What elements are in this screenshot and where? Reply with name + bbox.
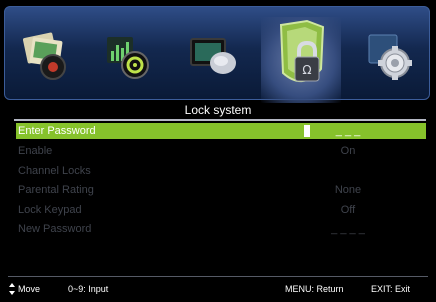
lock-icon: Ω xyxy=(279,19,325,82)
menu-item-label: Enable xyxy=(18,145,53,157)
sound-tab[interactable] xyxy=(101,29,157,83)
menu-item-parental-rating: Parental Rating None xyxy=(16,182,426,198)
menu-item-label: New Password xyxy=(18,223,92,235)
hint-exit: EXIT: Exit xyxy=(371,284,411,294)
menu-item-label: Lock Keypad xyxy=(18,204,82,216)
tv-menu-screen: Ω Lock system Enter Password _ _ _ Enabl… xyxy=(0,0,436,302)
sound-icon xyxy=(107,37,149,79)
title-divider xyxy=(14,119,426,121)
menu-item-lock-keypad: Lock Keypad Off xyxy=(16,202,426,218)
menu-item-value: Off xyxy=(340,204,356,216)
picture-icon xyxy=(22,32,66,80)
page-title: Lock system xyxy=(184,103,252,117)
menu-item-enable: Enable On xyxy=(16,143,426,159)
menu-item-channel-locks: Channel Locks xyxy=(16,163,426,179)
password-entry-field[interactable]: _ _ _ xyxy=(308,123,388,139)
menu-item-label: Enter Password xyxy=(18,125,96,137)
menu-icon-bar: Ω xyxy=(4,6,430,103)
hint-return: MENU: Return xyxy=(285,284,344,294)
footer-divider xyxy=(8,276,428,277)
menu-item-enter-password[interactable]: Enter Password _ _ _ xyxy=(16,123,426,139)
lock-tab[interactable]: Ω xyxy=(273,17,331,95)
setup-tab[interactable] xyxy=(361,29,417,83)
menu-item-label: Channel Locks xyxy=(18,165,91,177)
hint-input: 0~9: Input xyxy=(68,284,109,294)
svg-text:Ω: Ω xyxy=(302,63,311,77)
menu-item-value: On xyxy=(340,145,356,157)
hint-move: Move xyxy=(18,284,41,294)
menu-item-value: None xyxy=(334,184,362,196)
gear-icon xyxy=(368,34,412,80)
menu-item-label: Parental Rating xyxy=(18,184,94,196)
up-down-arrows-icon xyxy=(9,283,15,295)
picture-tab[interactable] xyxy=(19,29,75,83)
channel-icon xyxy=(190,38,236,74)
channel-tab[interactable] xyxy=(185,29,241,83)
menu-item-new-password: New Password _ _ _ _ xyxy=(16,221,426,237)
menu-item-value: _ _ _ _ xyxy=(331,223,365,235)
